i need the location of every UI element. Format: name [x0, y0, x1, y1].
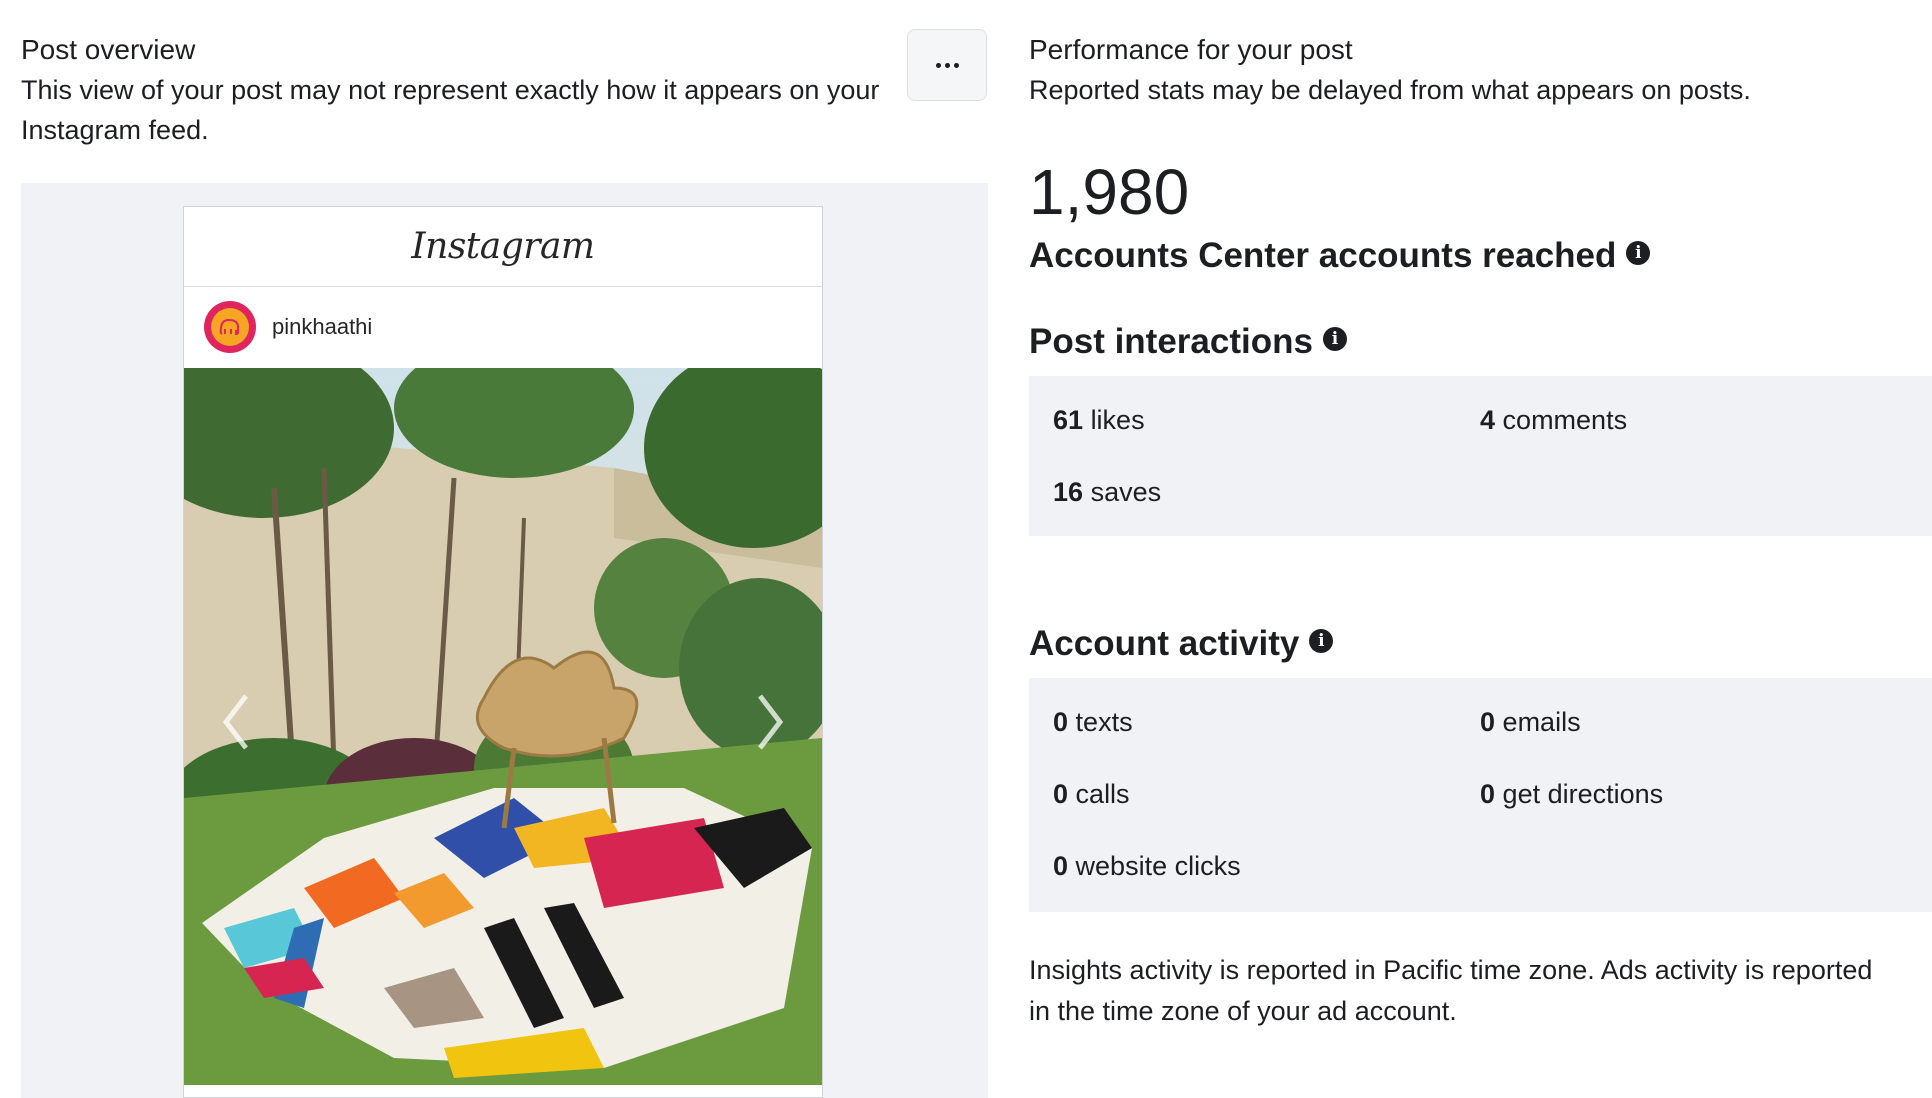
texts-label: texts: [1075, 707, 1133, 737]
post-overview-section: Post overview This view of your post may…: [21, 30, 989, 150]
emails-label: emails: [1502, 707, 1581, 737]
performance-title: Performance for your post: [1029, 34, 1353, 65]
post-overview-title: Post overview: [21, 34, 196, 65]
performance-description: Reported stats may be delayed from what …: [1029, 75, 1751, 105]
saves-stat: 16 saves: [1053, 472, 1161, 512]
website-clicks-stat: 0 website clicks: [1053, 846, 1241, 886]
texts-count: 0: [1053, 707, 1069, 737]
website-clicks-count: 0: [1053, 851, 1069, 881]
post-overview-description: This view of your post may not represent…: [21, 75, 880, 145]
comments-count: 4: [1480, 405, 1496, 435]
account-activity-heading: Account activity i: [1029, 618, 1334, 670]
elephant-icon: [219, 318, 239, 336]
post-author: pinkhaathi: [184, 287, 822, 367]
likes-stat: 61 likes: [1053, 400, 1145, 440]
instagram-header: Instagram: [184, 207, 822, 287]
post-photo: [184, 368, 822, 1085]
calls-label: calls: [1075, 779, 1130, 809]
emails-count: 0: [1480, 707, 1496, 737]
saves-label: saves: [1090, 477, 1162, 507]
calls-stat: 0 calls: [1053, 774, 1130, 814]
info-icon[interactable]: i: [1322, 327, 1347, 351]
chevron-right-icon[interactable]: [756, 692, 784, 752]
reach-label: Accounts Center accounts reached: [1029, 236, 1617, 275]
directions-stat: 0 get directions: [1480, 774, 1663, 814]
reach-label-row: Accounts Center accounts reached i: [1029, 230, 1651, 282]
avatar: [204, 301, 256, 353]
performance-section: Performance for your post Reported stats…: [1029, 30, 1932, 1098]
more-options-button[interactable]: [907, 29, 987, 101]
instagram-logo: Instagram: [411, 226, 595, 267]
post-interactions-box: 61 likes 4 comments 16 saves: [1029, 376, 1932, 536]
saves-count: 16: [1053, 477, 1084, 507]
info-icon[interactable]: i: [1626, 241, 1651, 265]
directions-count: 0: [1480, 779, 1496, 809]
post-interactions-heading: Post interactions i: [1029, 316, 1347, 368]
account-activity-box: 0 texts 0 emails 0 calls 0 get direction…: [1029, 678, 1932, 912]
ellipsis-icon: [935, 62, 941, 68]
account-activity-title: Account activity: [1029, 624, 1300, 663]
post-username: pinkhaathi: [272, 314, 373, 339]
emails-stat: 0 emails: [1480, 702, 1581, 742]
reach-count: 1,980: [1029, 156, 1190, 228]
likes-count: 61: [1053, 405, 1084, 435]
website-clicks-label: website clicks: [1075, 851, 1241, 881]
comments-stat: 4 comments: [1480, 400, 1627, 440]
instagram-post-preview: Instagram pinkhaathi: [183, 206, 823, 1098]
directions-label: get directions: [1502, 779, 1664, 809]
likes-label: likes: [1090, 405, 1145, 435]
info-icon[interactable]: i: [1309, 629, 1334, 653]
post-interactions-title: Post interactions: [1029, 322, 1313, 361]
texts-stat: 0 texts: [1053, 702, 1133, 742]
timezone-footnote: Insights activity is reported in Pacific…: [1029, 955, 1873, 1026]
calls-count: 0: [1053, 779, 1069, 809]
chevron-left-icon[interactable]: [222, 692, 250, 752]
comments-label: comments: [1502, 405, 1628, 435]
